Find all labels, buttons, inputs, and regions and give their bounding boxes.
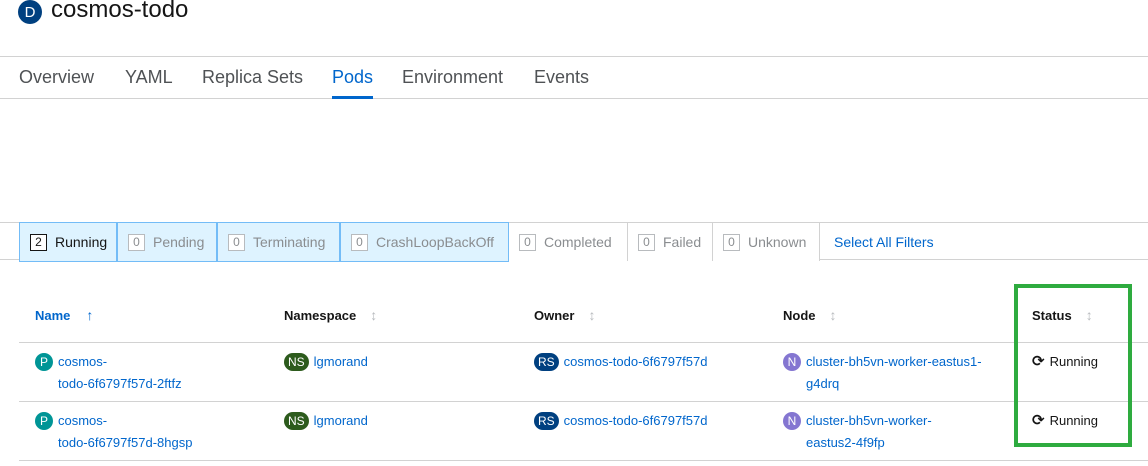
pod-name-link[interactable]: cosmos- todo-6f6797f57d-2ftfz: [58, 351, 182, 395]
column-header-label: Namespace: [284, 307, 357, 323]
pod-name-line: todo-6f6797f57d-8hgsp: [58, 435, 193, 450]
filter-count: 2: [30, 233, 47, 251]
filter-label: Running: [55, 234, 108, 250]
filter-count: 0: [351, 233, 368, 251]
page-title: cosmos-todo: [51, 0, 189, 23]
table-row-1-node: N cluster-bh5vn-worker-eastus1- g4drq: [783, 351, 982, 395]
filter-label: Failed: [663, 234, 702, 250]
row-divider: [19, 460, 1148, 461]
filter-label: Completed: [544, 234, 612, 250]
select-all-filters-link[interactable]: Select All Filters: [834, 223, 934, 261]
filter-label: CrashLoopBackOff: [376, 234, 495, 250]
replicaset-badge: RS: [534, 353, 559, 371]
table-row-1-namespace: NS lgmorand: [284, 351, 368, 373]
namespace-badge: NS: [284, 353, 309, 371]
table-row-2-owner: RS cosmos-todo-6f6797f57d: [534, 410, 707, 432]
tab-yaml[interactable]: YAML: [125, 57, 173, 98]
filter-label: Pending: [153, 234, 205, 250]
column-header-node[interactable]: Node ↕: [783, 306, 837, 324]
column-header-name[interactable]: Name ↑: [35, 306, 93, 324]
node-link[interactable]: cluster-bh5vn-worker-eastus1- g4drq: [806, 351, 982, 395]
row-divider: [19, 342, 1148, 343]
tab-replica-sets[interactable]: Replica Sets: [202, 57, 303, 98]
sort-icon: ↕: [370, 307, 378, 323]
arrow-up-icon: ↑: [86, 307, 94, 323]
status-filter-bar: 2 Running 0 Pending 0 Terminating 0 Cras…: [0, 222, 1148, 262]
table-row-1-name: P cosmos- todo-6f6797f57d-2ftfz: [35, 351, 182, 395]
filter-unknown[interactable]: 0 Unknown: [713, 223, 820, 261]
owner-link[interactable]: cosmos-todo-6f6797f57d: [564, 351, 708, 373]
filter-count: 0: [519, 233, 536, 251]
pod-badge: P: [35, 412, 53, 430]
row-divider: [19, 401, 1148, 402]
filter-pending[interactable]: 0 Pending: [117, 222, 217, 262]
filter-label: Terminating: [253, 234, 326, 250]
column-header-label: Node: [783, 307, 816, 323]
table-row-2-name: P cosmos- todo-6f6797f57d-8hgsp: [35, 410, 192, 454]
filter-terminating[interactable]: 0 Terminating: [217, 222, 340, 262]
node-name-line: g4drq: [806, 376, 840, 391]
namespace-link[interactable]: lgmorand: [314, 410, 368, 432]
tab-events[interactable]: Events: [534, 57, 589, 98]
column-header-label: Name: [35, 307, 71, 323]
filter-running[interactable]: 2 Running: [19, 222, 117, 262]
sort-icon: ↕: [588, 307, 596, 323]
filter-count: 0: [228, 233, 245, 251]
node-badge: N: [783, 412, 801, 430]
sort-icon: ↕: [829, 307, 837, 323]
deployment-badge: D: [18, 0, 42, 24]
pod-badge: P: [35, 353, 53, 371]
replicaset-badge: RS: [534, 412, 559, 430]
column-header-owner[interactable]: Owner ↕: [534, 306, 595, 324]
page-header: D cosmos-todo: [18, 0, 188, 24]
node-name-line: cluster-bh5vn-worker-: [806, 413, 932, 428]
column-header-label: Owner: [534, 307, 575, 323]
pod-name-line: todo-6f6797f57d-2ftfz: [58, 376, 182, 391]
tab-overview[interactable]: Overview: [19, 57, 94, 98]
filter-completed[interactable]: 0 Completed: [509, 223, 628, 261]
status-column-highlight: [1014, 284, 1132, 447]
node-badge: N: [783, 353, 801, 371]
filter-count: 0: [128, 233, 145, 251]
filter-count: 0: [723, 233, 740, 251]
table-row-2-node: N cluster-bh5vn-worker- eastus2-4f9fp: [783, 410, 932, 454]
filter-crashloopbackoff[interactable]: 0 CrashLoopBackOff: [340, 222, 509, 262]
pod-name-line: cosmos-: [58, 354, 108, 369]
filter-count: 0: [638, 233, 655, 251]
tab-bar: Overview YAML Replica Sets Pods Environm…: [0, 57, 1148, 99]
tab-pods[interactable]: Pods: [332, 57, 374, 99]
namespace-badge: NS: [284, 412, 309, 430]
pod-name-line: cosmos-: [58, 413, 108, 428]
table-row-1-owner: RS cosmos-todo-6f6797f57d: [534, 351, 707, 373]
tab-environment[interactable]: Environment: [402, 57, 503, 98]
namespace-link[interactable]: lgmorand: [314, 351, 368, 373]
node-link[interactable]: cluster-bh5vn-worker- eastus2-4f9fp: [806, 410, 932, 454]
filter-failed[interactable]: 0 Failed: [628, 223, 713, 261]
pod-name-link[interactable]: cosmos- todo-6f6797f57d-8hgsp: [58, 410, 192, 454]
node-name-line: eastus2-4f9fp: [806, 435, 885, 450]
table-row-2-namespace: NS lgmorand: [284, 410, 368, 432]
column-header-namespace[interactable]: Namespace ↕: [284, 306, 377, 324]
node-name-line: cluster-bh5vn-worker-eastus1-: [806, 354, 982, 369]
filter-label: Unknown: [748, 234, 807, 250]
owner-link[interactable]: cosmos-todo-6f6797f57d: [564, 410, 708, 432]
